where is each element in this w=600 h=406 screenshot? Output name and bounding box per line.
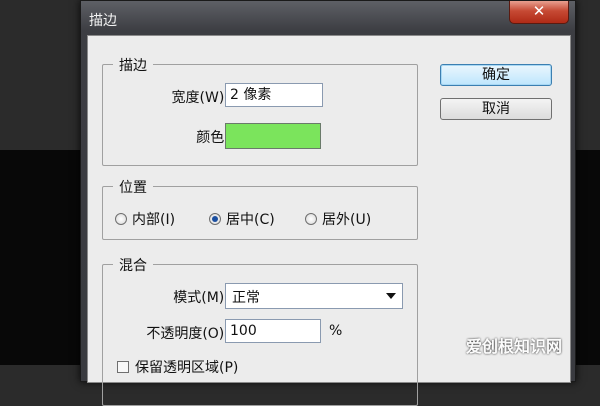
preserve-transparency-checkbox[interactable] <box>117 361 129 373</box>
chevron-down-icon <box>386 293 396 299</box>
radio-inside-label: 内部(I) <box>132 212 176 228</box>
stroke-group-label: 描边 <box>113 55 153 75</box>
radio-outside-label: 居外(U) <box>322 212 372 228</box>
dialog-title: 描边 <box>89 13 117 29</box>
mode-label: 模式(M): <box>173 290 229 306</box>
close-button[interactable]: ✕ <box>509 1 569 24</box>
opacity-unit: % <box>329 323 343 339</box>
width-input[interactable]: 2 像素 <box>225 83 323 107</box>
stroke-group: 描边 宽度(W): 2 像素 颜色: <box>102 55 418 166</box>
blend-mode-select[interactable]: 正常 <box>225 283 403 309</box>
blend-group-label: 混合 <box>113 255 153 275</box>
radio-center[interactable]: 居中(C) <box>209 209 275 229</box>
cancel-button[interactable]: 取消 <box>440 98 552 120</box>
radio-center-icon <box>209 213 221 225</box>
blend-mode-value: 正常 <box>232 290 260 306</box>
close-icon: ✕ <box>532 2 546 20</box>
width-label: 宽度(W): <box>171 90 229 106</box>
stroke-color-swatch[interactable] <box>225 123 321 149</box>
radio-outside-icon <box>305 213 317 225</box>
ok-button[interactable]: 确定 <box>440 64 552 86</box>
title-bar[interactable]: 描边 ✕ <box>81 1 575 35</box>
radio-center-label: 居中(C) <box>226 212 275 228</box>
radio-outside[interactable]: 居外(U) <box>305 209 371 229</box>
opacity-label: 不透明度(O): <box>146 326 229 342</box>
stroke-dialog: 描边 ✕ 描边 宽度(W): 2 像素 颜色: 位置 内部(I) 居中(C) 居… <box>80 0 576 406</box>
watermark-text: 爱创根知识网 <box>466 337 563 356</box>
blend-group: 混合 模式(M): 正常 不透明度(O): 100 % 保留透明区域(P) <box>102 255 418 406</box>
opacity-input[interactable]: 100 <box>225 319 321 343</box>
position-group-label: 位置 <box>113 177 153 197</box>
dialog-body: 描边 宽度(W): 2 像素 颜色: 位置 内部(I) 居中(C) 居外(U) <box>87 35 571 406</box>
position-group: 位置 内部(I) 居中(C) 居外(U) <box>102 177 418 240</box>
preserve-transparency-label: 保留透明区域(P) <box>135 360 239 376</box>
radio-inside-icon <box>115 213 127 225</box>
radio-inside[interactable]: 内部(I) <box>115 209 175 229</box>
